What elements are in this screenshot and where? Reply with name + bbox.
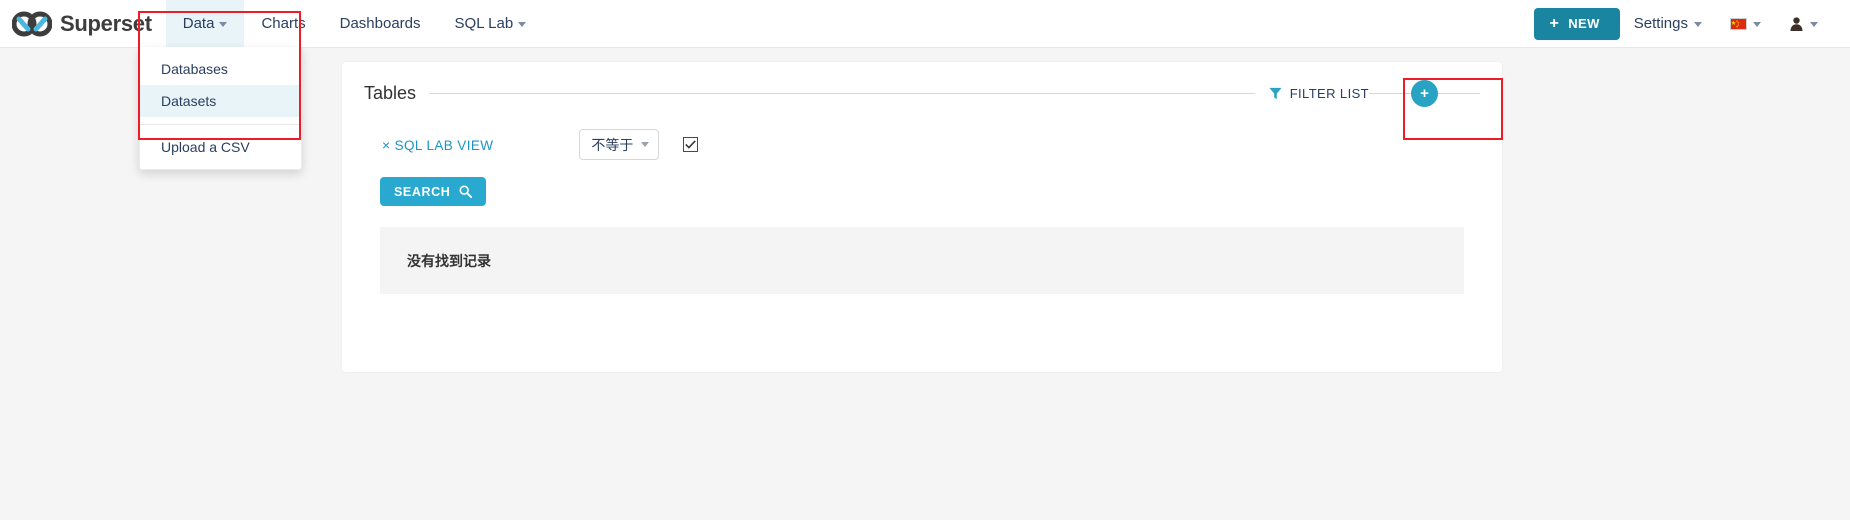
settings-label: Settings (1633, 15, 1688, 32)
search-button-label: SEARCH (394, 184, 451, 199)
chevron-down-icon (641, 142, 650, 147)
tables-card: Tables FILTER LIST + ×SQL LAB VIEW 不等于 (342, 62, 1502, 372)
infinity-logo-icon (12, 10, 52, 37)
china-flag-icon (1730, 17, 1747, 30)
empty-state-panel: 没有找到记录 (380, 227, 1464, 294)
chevron-down-icon (518, 22, 527, 27)
chevron-down-icon (1810, 22, 1818, 27)
funnel-icon (1269, 87, 1282, 100)
nav-item-data[interactable]: Data (165, 0, 245, 47)
dropdown-item-databases[interactable]: Databases (140, 53, 301, 85)
dropdown-item-datasets[interactable]: Datasets (140, 85, 301, 117)
nav-item-charts[interactable]: Charts (244, 0, 322, 47)
chevron-down-icon (1694, 22, 1702, 27)
empty-state-message: 没有找到记录 (407, 253, 491, 270)
filter-divider-right (1438, 93, 1480, 94)
brand-logo-link[interactable]: Superset (0, 0, 166, 47)
primary-nav: Data Charts Dashboards SQL Lab (165, 0, 544, 47)
dropdown-item-upload-csv[interactable]: Upload a CSV (140, 131, 301, 163)
filter-operator-select[interactable]: 不等于 (579, 129, 660, 160)
nav-item-dashboards[interactable]: Dashboards (323, 0, 438, 47)
search-icon (459, 185, 473, 198)
filter-field-label: SQL LAB VIEW (394, 137, 494, 153)
search-button[interactable]: SEARCH (380, 177, 487, 206)
chevron-down-icon (219, 22, 228, 27)
new-button-label: NEW (1568, 16, 1600, 31)
dropdown-divider (140, 124, 301, 125)
filter-operator-value: 不等于 (591, 136, 634, 153)
nav-item-dashboards-label: Dashboards (339, 15, 421, 32)
language-menu[interactable] (1716, 0, 1775, 47)
nav-right-group: + NEW Settings (1533, 0, 1850, 47)
top-navbar: Superset Data Charts Dashboards SQL Lab … (0, 0, 1850, 48)
user-menu[interactable] (1775, 0, 1832, 47)
dropdown-item-datasets-label: Datasets (161, 93, 217, 109)
nav-item-sql-lab-label: SQL Lab (454, 15, 514, 32)
brand-name: Superset (60, 10, 152, 36)
page-title: Tables (364, 83, 417, 103)
nav-item-data-label: Data (182, 15, 215, 32)
add-filter-button[interactable]: + (1411, 80, 1438, 107)
filter-list-toggle[interactable]: FILTER LIST (1269, 86, 1369, 101)
plus-icon: + (1549, 14, 1560, 32)
settings-menu[interactable]: Settings (1620, 0, 1716, 47)
search-row: SEARCH (342, 160, 1502, 206)
filter-row: × SQL LAB VIEW 不等于 (342, 107, 1502, 160)
filter-value-checkbox[interactable] (683, 137, 699, 152)
nav-item-charts-label: Charts (261, 15, 306, 32)
nav-item-sql-lab[interactable]: SQL Lab (438, 0, 544, 47)
new-button[interactable]: + NEW (1533, 7, 1620, 40)
user-icon (1789, 16, 1804, 32)
check-icon (685, 140, 697, 149)
dropdown-item-upload-csv-label: Upload a CSV (161, 139, 250, 155)
header-divider (430, 93, 1255, 94)
filter-field-chip[interactable]: × SQL LAB VIEW (382, 137, 493, 153)
dropdown-item-databases-label: Databases (161, 61, 228, 77)
card-header: Tables FILTER LIST + (342, 62, 1502, 107)
filter-list-label: FILTER LIST (1289, 86, 1369, 101)
close-icon[interactable]: × (382, 137, 391, 153)
chevron-down-icon (1753, 22, 1761, 27)
data-dropdown-menu: Databases Datasets Upload a CSV (139, 47, 302, 170)
filter-divider-left (1369, 93, 1411, 94)
